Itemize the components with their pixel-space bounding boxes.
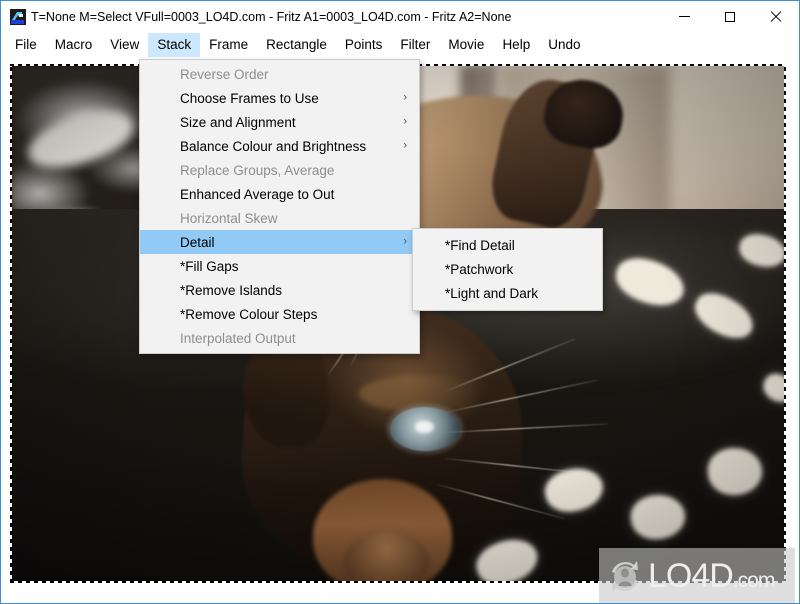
menu-item-balance-colour-and-brightness[interactable]: Balance Colour and Brightness ›: [140, 134, 419, 158]
menubar-label: Movie: [448, 37, 485, 53]
application-window: T=None M=Select VFull=0003_LO4D.com - Fr…: [0, 0, 800, 604]
menu-item-fill-gaps[interactable]: *Fill Gaps: [140, 254, 419, 278]
menu-item-horizontal-skew[interactable]: Horizontal Skew: [140, 206, 419, 230]
menu-item-enhanced-average-to-out[interactable]: Enhanced Average to Out: [140, 182, 419, 206]
stack-dropdown-menu: Reverse Order Choose Frames to Use › Siz…: [139, 59, 420, 354]
menu-item-replace-groups-average[interactable]: Replace Groups, Average: [140, 158, 419, 182]
menubar-label: Rectangle: [266, 37, 327, 53]
menubar-item-frame[interactable]: Frame: [200, 33, 257, 57]
menubar-item-filter[interactable]: Filter: [391, 33, 439, 57]
menu-item-label: Balance Colour and Brightness: [180, 138, 367, 154]
menu-item-label: *Fill Gaps: [180, 258, 239, 274]
menu-item-detail[interactable]: Detail ›: [140, 230, 419, 254]
menu-item-size-and-alignment[interactable]: Size and Alignment ›: [140, 110, 419, 134]
window-title: T=None M=Select VFull=0003_LO4D.com - Fr…: [31, 10, 512, 24]
menubar-label: File: [15, 37, 37, 53]
menu-item-label: Replace Groups, Average: [180, 162, 335, 178]
menubar-item-view[interactable]: View: [101, 33, 148, 57]
menu-item-label: *Remove Islands: [180, 282, 283, 298]
menubar-label: Macro: [54, 37, 93, 53]
menubar-item-macro[interactable]: Macro: [46, 33, 102, 57]
menubar-label: View: [110, 37, 140, 53]
minimize-button[interactable]: [661, 1, 707, 32]
title-bar[interactable]: T=None M=Select VFull=0003_LO4D.com - Fr…: [1, 1, 799, 33]
menubar-item-undo[interactable]: Undo: [539, 33, 589, 57]
window-controls: [661, 1, 799, 32]
chevron-right-icon: ›: [403, 235, 407, 248]
menubar-label: Help: [502, 37, 531, 53]
menubar-item-help[interactable]: Help: [493, 33, 539, 57]
menu-item-choose-frames-to-use[interactable]: Choose Frames to Use ›: [140, 86, 419, 110]
chevron-right-icon: ›: [403, 91, 407, 104]
menubar-item-file[interactable]: File: [6, 33, 46, 57]
menubar-label: Filter: [400, 37, 431, 53]
submenu-item-label: *Patchwork: [445, 261, 514, 277]
menubar-item-points[interactable]: Points: [336, 33, 392, 57]
minimize-icon: [678, 16, 690, 17]
menubar-label: Frame: [209, 37, 249, 53]
maximize-icon: [725, 11, 735, 22]
submenu-item-patchwork[interactable]: *Patchwork: [413, 257, 602, 281]
menubar-label: Stack: [157, 37, 192, 53]
menu-item-label: Interpolated Output: [180, 330, 296, 346]
menu-item-label: Reverse Order: [180, 66, 269, 82]
menu-item-label: *Remove Colour Steps: [180, 306, 318, 322]
close-icon: [770, 11, 782, 23]
menu-item-remove-colour-steps[interactable]: *Remove Colour Steps: [140, 302, 419, 326]
menu-item-label: Detail: [180, 234, 215, 250]
chevron-right-icon: ›: [403, 115, 407, 128]
fritz-app-icon: [10, 9, 26, 25]
menu-item-interpolated-output[interactable]: Interpolated Output: [140, 326, 419, 350]
menubar-label: Undo: [548, 37, 581, 53]
menu-item-label: Horizontal Skew: [180, 210, 278, 226]
chevron-right-icon: ›: [403, 139, 407, 152]
menu-item-reverse-order[interactable]: Reverse Order: [140, 62, 419, 86]
detail-submenu: *Find Detail *Patchwork *Light and Dark: [412, 228, 603, 311]
menu-item-label: Size and Alignment: [180, 114, 296, 130]
submenu-item-label: *Find Detail: [445, 237, 515, 253]
menubar-item-rectangle[interactable]: Rectangle: [257, 33, 336, 57]
close-button[interactable]: [753, 1, 799, 32]
submenu-item-light-and-dark[interactable]: *Light and Dark: [413, 281, 602, 305]
submenu-item-find-detail[interactable]: *Find Detail: [413, 233, 602, 257]
menu-item-remove-islands[interactable]: *Remove Islands: [140, 278, 419, 302]
menubar-label: Points: [344, 37, 383, 53]
submenu-item-label: *Light and Dark: [445, 285, 539, 301]
menubar-item-stack[interactable]: Stack: [148, 33, 201, 57]
menubar-item-movie[interactable]: Movie: [439, 33, 493, 57]
menu-item-label: Choose Frames to Use: [180, 90, 319, 106]
menu-item-label: Enhanced Average to Out: [180, 186, 335, 202]
menu-bar: File Macro View Stack Frame Rectangle Po…: [2, 33, 799, 57]
maximize-button[interactable]: [707, 1, 753, 32]
